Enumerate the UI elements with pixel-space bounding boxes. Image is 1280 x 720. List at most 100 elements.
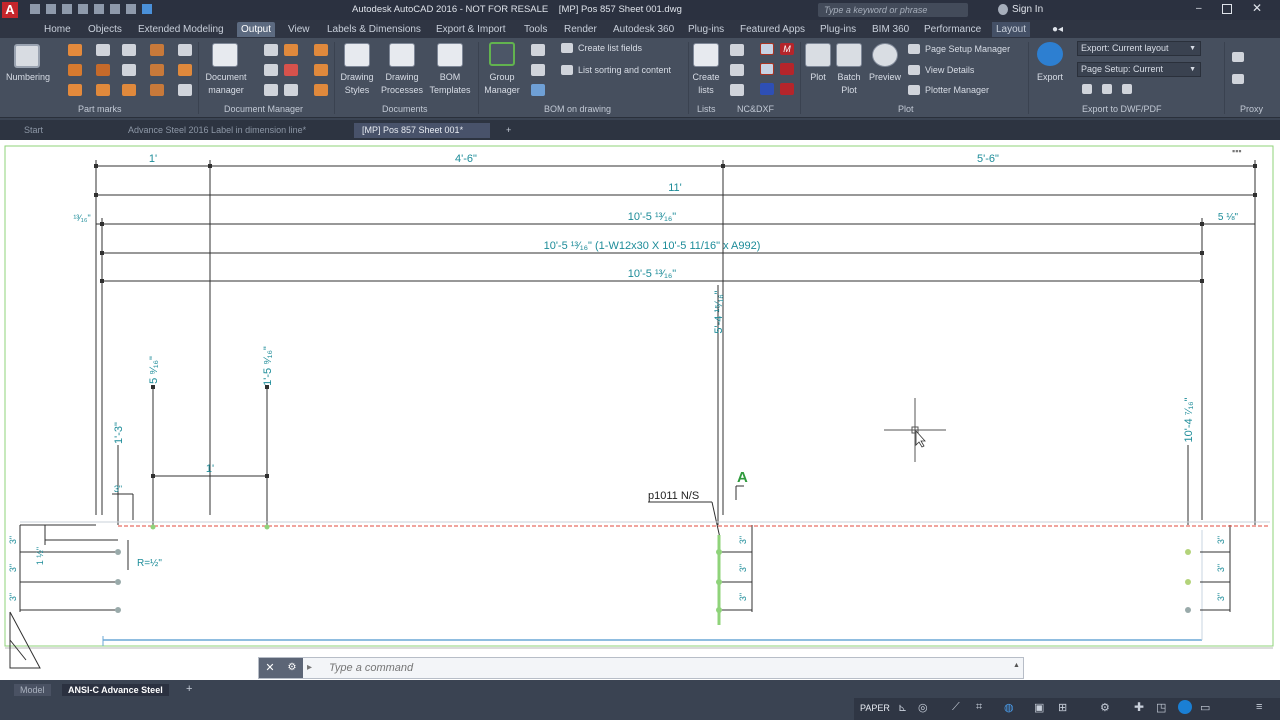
part-mark-icon-15[interactable] <box>178 84 192 96</box>
proxy-icon-2[interactable] <box>1232 74 1244 84</box>
restore-button[interactable] <box>1222 4 1232 14</box>
group-manager-label-2[interactable]: Manager <box>478 85 526 95</box>
isolate-icon[interactable]: ◳ <box>1156 701 1166 714</box>
part-mark-icon-13[interactable] <box>178 44 192 56</box>
workspace-gear-icon[interactable]: ⚙ <box>1100 701 1110 714</box>
command-line[interactable]: ✕ ⚙ ▸ ▲ <box>258 657 1024 679</box>
part-mark-icon-9[interactable] <box>122 84 136 96</box>
export-option-icon-3[interactable] <box>1122 84 1132 94</box>
part-mark-icon-14[interactable] <box>178 64 192 76</box>
drawing-svg[interactable]: ▪▪▪ 1' 4'-6" 5'-6" 11' ¹³⁄₁₆" 5 ⅛" 10'-5… <box>0 140 1280 680</box>
clean-screen-icon[interactable]: ▭ <box>1200 701 1210 714</box>
numbering-icon[interactable] <box>14 44 40 68</box>
polar-icon[interactable]: ◎ <box>918 701 928 714</box>
doc-icon-8[interactable] <box>314 64 328 76</box>
hardware-accel-icon[interactable] <box>1178 700 1192 714</box>
drawing-processes-label-1[interactable]: Drawing <box>377 72 427 82</box>
group-manager-icon[interactable] <box>489 42 515 66</box>
preview-button[interactable]: Preview <box>866 72 904 82</box>
tab-start[interactable]: Start <box>16 123 116 138</box>
osnap-icon[interactable]: ⟋ <box>952 701 960 714</box>
tab-featured-apps[interactable]: Featured Apps <box>740 22 805 37</box>
drawing-processes-label-2[interactable]: Processes <box>377 85 427 95</box>
tab-labels-dimensions[interactable]: Labels & Dimensions <box>327 22 421 37</box>
plotter-manager-icon[interactable] <box>908 85 920 95</box>
batch-plot-label-1[interactable]: Batch <box>830 72 868 82</box>
tab-pos-857-sheet[interactable]: [MP] Pos 857 Sheet 001* <box>354 123 490 138</box>
part-mark-icon-1[interactable] <box>68 44 82 56</box>
command-close-icon[interactable]: ✕ <box>259 658 281 678</box>
bom-icon-1[interactable] <box>531 44 545 56</box>
drawing-styles-label-2[interactable]: Styles <box>334 85 380 95</box>
tab-tools[interactable]: Tools <box>524 22 547 37</box>
tab-label-dimension-line[interactable]: Advance Steel 2016 Label in dimension li… <box>120 123 352 138</box>
nc-icon-1[interactable] <box>760 43 774 55</box>
lineweight-icon[interactable]: ⌗ <box>976 701 982 714</box>
doc-icon-6[interactable] <box>284 84 298 96</box>
selection-icon[interactable]: ▣ <box>1034 701 1044 714</box>
bom-icon-3[interactable] <box>531 84 545 96</box>
tab-autodesk-360[interactable]: Autodesk 360 <box>613 22 674 37</box>
lists-icon-1[interactable] <box>730 44 744 56</box>
nc-icon-2[interactable] <box>760 63 774 75</box>
drawing-styles-label-1[interactable]: Drawing <box>334 72 380 82</box>
tab-bim-360[interactable]: BIM 360 <box>872 22 909 37</box>
doc-icon-4[interactable] <box>284 44 298 56</box>
app-logo-icon[interactable]: A <box>2 2 18 18</box>
new-tab-button[interactable]: + <box>498 123 519 138</box>
part-mark-icon-6[interactable] <box>96 84 110 96</box>
batch-plot-label-2[interactable]: Plot <box>830 85 868 95</box>
sign-in-link[interactable]: Sign In <box>1012 4 1043 15</box>
layout-tab-model[interactable]: Model <box>14 684 51 696</box>
drawing-styles-icon[interactable] <box>344 43 370 67</box>
command-recent-icon[interactable]: ▸ <box>307 662 312 673</box>
create-lists-icon[interactable] <box>693 43 719 67</box>
export-button[interactable]: Export <box>1030 72 1070 82</box>
tab-extended-modeling[interactable]: Extended Modeling <box>138 22 224 37</box>
create-list-fields-button[interactable]: Create list fields <box>578 43 642 53</box>
group-manager-label-1[interactable]: Group <box>478 72 526 82</box>
view-details-button[interactable]: View Details <box>925 65 974 75</box>
create-lists-label-1[interactable]: Create <box>688 72 724 82</box>
drawing-canvas[interactable]: ▪▪▪ 1' 4'-6" 5'-6" 11' ¹³⁄₁₆" 5 ⅛" 10'-5… <box>0 140 1280 680</box>
page-setup-current-select[interactable]: Page Setup: Current ▼ <box>1077 62 1201 77</box>
proxy-icon-1[interactable] <box>1232 52 1244 62</box>
doc-icon-1[interactable] <box>264 44 278 56</box>
part-mark-icon-4[interactable] <box>96 44 110 56</box>
batch-plot-icon[interactable] <box>836 43 862 67</box>
part-mark-icon-11[interactable] <box>150 64 164 76</box>
doc-icon-3[interactable] <box>264 84 278 96</box>
part-mark-icon-7[interactable] <box>122 44 136 56</box>
numbering-button[interactable]: Numbering <box>4 72 52 82</box>
part-mark-icon-10[interactable] <box>150 44 164 56</box>
lists-icon-3[interactable] <box>730 84 744 96</box>
annotation-plus-icon[interactable]: ✚ <box>1134 700 1144 714</box>
dxf-icon-1[interactable]: M <box>780 43 794 55</box>
user-icon[interactable] <box>998 4 1008 15</box>
panel-label-nc-dxf[interactable]: NC&DXF <box>737 104 774 114</box>
export-current-layout-select[interactable]: Export: Current layout ▼ <box>1077 41 1201 56</box>
list-sorting-icon[interactable] <box>561 65 573 75</box>
nc-icon-3[interactable] <box>760 83 774 95</box>
export-option-icon-2[interactable] <box>1102 84 1112 94</box>
part-mark-icon-12[interactable] <box>150 84 164 96</box>
tab-export-import[interactable]: Export & Import <box>436 22 505 37</box>
drawing-processes-icon[interactable] <box>389 43 415 67</box>
minimize-button[interactable]: – <box>1196 3 1210 15</box>
list-fields-icon[interactable] <box>561 43 573 53</box>
part-mark-icon-3[interactable] <box>68 84 82 96</box>
add-layout-button[interactable]: + <box>186 683 192 695</box>
document-manager-icon[interactable] <box>212 43 238 67</box>
search-input[interactable]: Type a keyword or phrase <box>818 3 968 17</box>
doc-icon-5[interactable] <box>284 64 298 76</box>
doc-icon-2[interactable] <box>264 64 278 76</box>
tab-objects[interactable]: Objects <box>88 22 122 37</box>
tab-performance[interactable]: Performance <box>924 22 981 37</box>
tab-plug-ins-2[interactable]: Plug-ins <box>820 22 856 37</box>
command-dropdown-icon[interactable]: ▲ <box>1013 662 1020 669</box>
page-setup-icon[interactable] <box>908 44 920 54</box>
bom-templates-icon[interactable] <box>437 43 463 67</box>
grid-icon[interactable]: ⊾ <box>898 701 907 714</box>
customization-icon[interactable]: ≡ <box>1256 701 1262 713</box>
command-customize-icon[interactable]: ⚙ <box>281 658 303 678</box>
